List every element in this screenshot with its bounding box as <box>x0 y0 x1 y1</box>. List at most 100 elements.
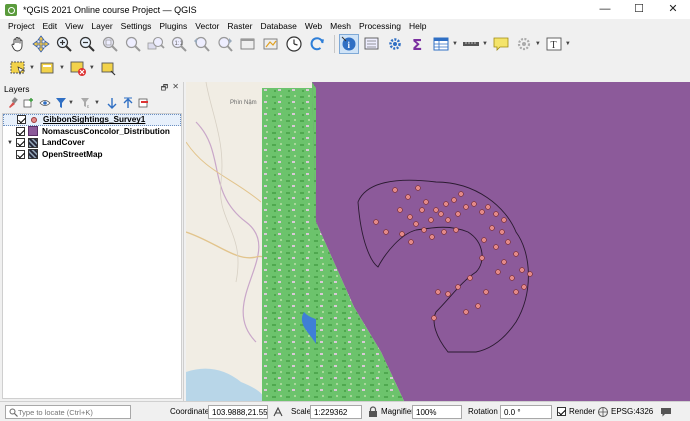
open-attribute-table-button[interactable] <box>431 34 451 54</box>
move-top-icon <box>123 97 133 108</box>
sighting-point <box>423 199 429 205</box>
layer-row[interactable]: GibbonSightings_Survey1 <box>3 114 181 126</box>
zoom-in-button[interactable] <box>54 34 74 54</box>
open-layer-styling-button[interactable] <box>6 97 19 110</box>
locator-bar[interactable] <box>5 405 131 419</box>
menu-view[interactable]: View <box>61 21 87 31</box>
menu-web[interactable]: Web <box>301 21 326 31</box>
zoom-out-button[interactable] <box>77 34 97 54</box>
magnifier-field[interactable]: 100% <box>412 405 462 419</box>
zoom-next-button[interactable] <box>215 34 235 54</box>
lock-icon[interactable] <box>367 406 379 418</box>
sighting-point <box>509 275 515 281</box>
float-panel-icon[interactable]: 🗗 <box>161 82 169 96</box>
locator-settings-button[interactable] <box>514 34 534 54</box>
layers-panel-toolbar: ▼ ε ▼ <box>0 95 183 111</box>
menu-vector[interactable]: Vector <box>191 21 223 31</box>
layer-row[interactable]: OpenStreetMap <box>3 149 181 161</box>
layer-row[interactable]: NomascusConcolor_Distribution <box>3 126 181 138</box>
layer-visibility-checkbox[interactable] <box>17 115 26 125</box>
temporal-controller-button[interactable] <box>284 34 304 54</box>
new-map-view-button[interactable] <box>238 34 258 54</box>
minimize-button[interactable]: — <box>588 0 622 19</box>
locator-dropdown[interactable]: ▼ <box>535 41 541 47</box>
sighting-point <box>441 229 447 235</box>
layer-row[interactable]: ▼ LandCover <box>3 137 181 149</box>
coordinate-toggle-icon[interactable] <box>272 406 284 418</box>
map-canvas[interactable]: Phìn Nậm <box>186 82 690 401</box>
layer-visibility-checkbox[interactable] <box>16 126 25 136</box>
menu-edit[interactable]: Edit <box>38 21 61 31</box>
menu-help[interactable]: Help <box>405 21 430 31</box>
menu-mesh[interactable]: Mesh <box>326 21 355 31</box>
text-annotation-button[interactable]: T <box>544 34 564 54</box>
menu-plugins[interactable]: Plugins <box>155 21 191 31</box>
menu-processing[interactable]: Processing <box>355 21 405 31</box>
sighting-point <box>451 197 457 203</box>
rotation-field[interactable]: 0.0 ° <box>500 405 552 419</box>
expand-all-button[interactable] <box>106 97 119 110</box>
layer-label: OpenStreetMap <box>42 149 103 159</box>
move-to-top-button[interactable] <box>122 97 135 110</box>
messages-icon[interactable] <box>660 406 672 418</box>
measure-line-button[interactable] <box>461 34 481 54</box>
crs-label[interactable]: EPSG:4326 <box>611 407 653 416</box>
menu-settings[interactable]: Settings <box>117 21 156 31</box>
scale-field[interactable]: 1:229362 <box>310 405 362 419</box>
map-3d-icon <box>263 38 278 50</box>
sighting-point <box>463 309 469 315</box>
refresh-button[interactable] <box>307 34 327 54</box>
menu-project[interactable]: Project <box>4 21 38 31</box>
remove-layer-button[interactable] <box>138 97 151 110</box>
zoom-native-button[interactable]: 1:1 <box>169 34 189 54</box>
gear-icon <box>389 38 401 50</box>
filter-legend-button[interactable] <box>54 97 67 110</box>
identify-features-button[interactable]: i <box>339 34 359 54</box>
close-button[interactable]: ✕ <box>656 0 690 19</box>
filter-dropdown[interactable]: ▼ <box>68 100 74 106</box>
new-3d-view-button[interactable] <box>261 34 281 54</box>
sighting-point <box>505 239 511 245</box>
select-by-expression-button[interactable] <box>38 58 58 78</box>
deselect-dropdown[interactable]: ▼ <box>89 65 95 71</box>
sighting-point <box>455 211 461 217</box>
attribute-table-dropdown[interactable]: ▼ <box>452 41 458 47</box>
measure-dropdown[interactable]: ▼ <box>482 41 488 47</box>
zoom-last-button[interactable] <box>192 34 212 54</box>
layer-visibility-checkbox[interactable] <box>16 138 25 148</box>
chevron-down-icon[interactable]: ▼ <box>7 140 16 146</box>
menu-database[interactable]: Database <box>256 21 300 31</box>
sighting-point <box>519 267 525 273</box>
statistical-summary-button[interactable]: Σ <box>408 34 428 54</box>
deselect-all-button[interactable] <box>68 58 88 78</box>
menu-raster[interactable]: Raster <box>223 21 256 31</box>
add-group-button[interactable] <box>22 97 35 110</box>
zoom-to-selection-button[interactable] <box>123 34 143 54</box>
coordinate-field[interactable]: 103.9888,21.5512 <box>208 405 268 419</box>
crs-icon[interactable] <box>597 406 609 418</box>
sighting-point <box>429 234 435 240</box>
layers-panel-title: Layers <box>4 83 30 94</box>
close-panel-icon[interactable]: ✕ <box>172 82 179 96</box>
layer-visibility-checkbox[interactable] <box>16 149 25 159</box>
manage-map-themes-button[interactable] <box>38 97 51 110</box>
filter-expression-dropdown[interactable]: ▼ <box>94 100 100 106</box>
render-checkbox[interactable] <box>557 407 566 416</box>
select-features-button[interactable] <box>362 34 382 54</box>
zoom-to-layer-button[interactable] <box>146 34 166 54</box>
maximize-button[interactable]: ☐ <box>622 0 656 19</box>
annotation-dropdown[interactable]: ▼ <box>565 41 571 47</box>
locator-input[interactable] <box>18 407 126 417</box>
select-by-area-button[interactable] <box>8 58 28 78</box>
processing-toolbox-button[interactable] <box>385 34 405 54</box>
expression-dropdown[interactable]: ▼ <box>59 65 65 71</box>
pan-map-button[interactable] <box>8 34 28 54</box>
pan-to-selection-button[interactable] <box>31 34 51 54</box>
zoom-full-button[interactable] <box>100 34 120 54</box>
map-tips-button[interactable] <box>491 34 511 54</box>
select-location-button[interactable] <box>98 58 118 78</box>
menu-layer[interactable]: Layer <box>87 21 116 31</box>
map-svg[interactable]: Phìn Nậm <box>186 82 690 401</box>
filter-by-expression-button[interactable]: ε <box>80 97 93 110</box>
select-dropdown[interactable]: ▼ <box>29 65 35 71</box>
